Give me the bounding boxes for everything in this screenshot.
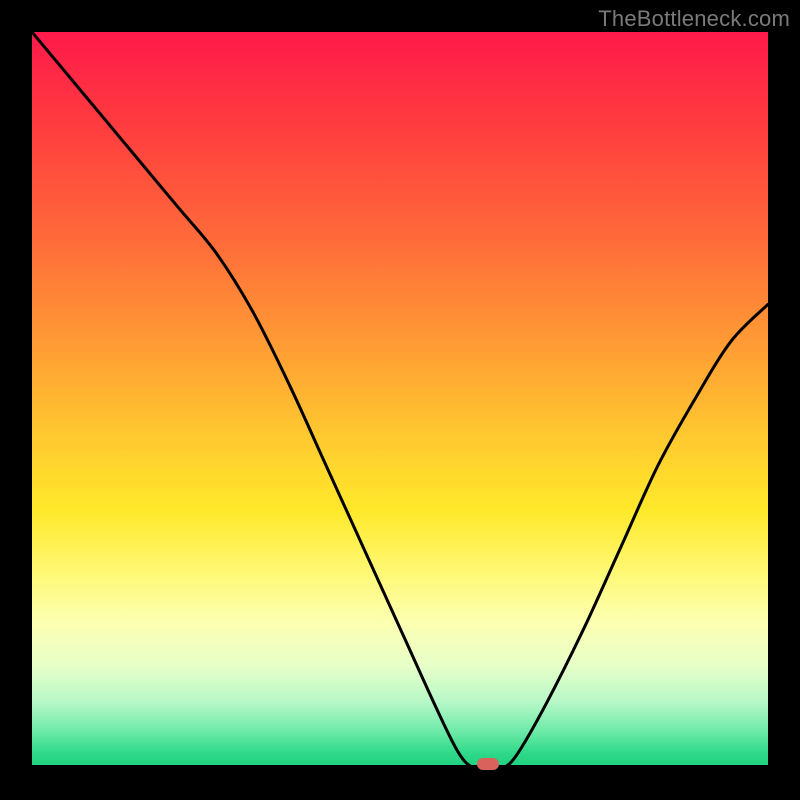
bottleneck-curve	[32, 32, 768, 768]
x-axis-baseline	[32, 765, 768, 768]
optimal-marker	[477, 758, 499, 770]
chart-frame: TheBottleneck.com	[0, 0, 800, 800]
watermark-text: TheBottleneck.com	[598, 6, 790, 32]
curve-path	[32, 32, 768, 768]
